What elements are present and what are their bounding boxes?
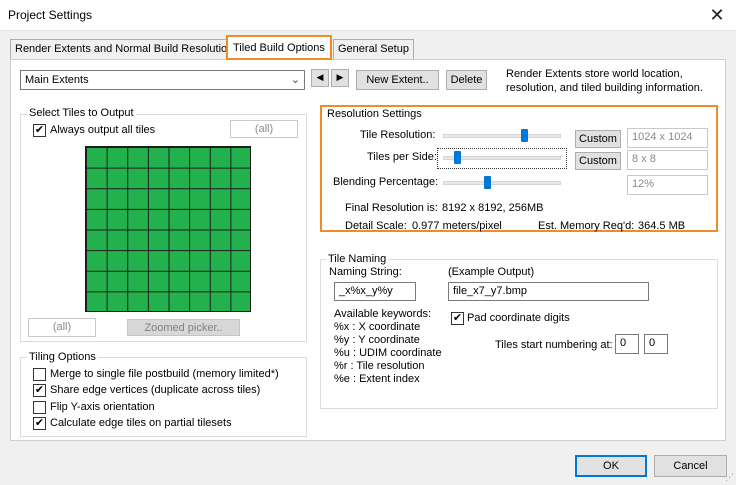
flip-y-axis-label: Flip Y-axis orientation (50, 401, 155, 413)
ok-button[interactable]: OK (575, 455, 647, 477)
start-numbering-label: Tiles start numbering at: (495, 339, 613, 351)
extents-info-text: Render Extents store world location, res… (506, 68, 703, 94)
checkmark-icon: ✔ (452, 312, 463, 324)
tiles-per-side-value: 8 x 8 (627, 150, 708, 170)
checkmark-icon: ✔ (34, 417, 45, 429)
delete-extent-button[interactable]: Delete (446, 70, 487, 90)
share-edge-vertices-label: Share edge vertices (duplicate across ti… (50, 384, 261, 396)
calculate-edge-tiles-label: Calculate edge tiles on partial tilesets (50, 417, 232, 429)
tiles-per-side-slider[interactable] (443, 156, 561, 160)
extent-dropdown-value: Main Extents (25, 74, 89, 86)
resolution-settings-title: Resolution Settings (325, 108, 424, 120)
chevron-down-icon: ⌄ (290, 74, 300, 86)
always-output-checkbox[interactable]: ✔ (33, 124, 46, 137)
pad-digits-checkbox[interactable]: ✔ (451, 312, 464, 325)
checkmark-icon: ✔ (34, 124, 45, 136)
keyword-r: %r : Tile resolution (334, 360, 425, 372)
final-resolution-value: 8192 x 8192, 256MB (442, 202, 544, 214)
tile-resolution-slider-thumb[interactable] (520, 129, 528, 142)
checkmark-icon: ✔ (34, 384, 45, 396)
tab-general-setup[interactable]: General Setup (333, 39, 414, 59)
blending-percentage-value: 12% (627, 175, 708, 195)
tiles-per-side-custom-button[interactable]: Custom (575, 152, 621, 170)
example-output-label: (Example Output) (448, 266, 535, 278)
naming-string-input[interactable]: _x%x_y%y (334, 282, 416, 301)
tile-resolution-label: Tile Resolution: (360, 129, 436, 141)
keyword-e: %e : Extent index (334, 373, 420, 385)
always-output-label: Always output all tiles (50, 124, 156, 136)
example-output-field: file_x7_y7.bmp (448, 282, 649, 301)
tile-resolution-custom-button[interactable]: Custom (575, 130, 621, 148)
pad-digits-label: Pad coordinate digits (467, 312, 570, 324)
keyword-x: %x : X coordinate (334, 321, 421, 333)
merge-single-file-checkbox[interactable] (33, 368, 46, 381)
blending-percentage-slider-thumb[interactable] (484, 176, 492, 189)
tile-grid[interactable] (85, 146, 251, 312)
previous-extent-button[interactable]: ◀ (311, 69, 329, 87)
chevron-right-icon: ▶ (336, 72, 344, 82)
all-tiles-field-bottom: (all) (28, 318, 96, 337)
title-bar (0, 0, 736, 31)
window-title: Project Settings (8, 8, 93, 22)
start-number-y-input[interactable]: 0 (644, 334, 668, 354)
tiles-per-side-label: Tiles per Side: (367, 151, 437, 163)
final-resolution-label: Final Resolution is: (345, 202, 438, 214)
merge-single-file-label: Merge to single file postbuild (memory l… (50, 368, 279, 380)
flip-y-axis-checkbox[interactable] (33, 401, 46, 414)
keyword-y: %y : Y coordinate (334, 334, 420, 346)
all-tiles-field-top: (all) (230, 120, 298, 138)
resize-grip-icon[interactable]: ⋰ (725, 472, 734, 483)
detail-scale-label: Detail Scale: (345, 220, 407, 232)
tile-resolution-slider[interactable] (443, 134, 561, 138)
cancel-button[interactable]: Cancel (654, 455, 727, 477)
tile-resolution-value: 1024 x 1024 (627, 128, 708, 148)
select-tiles-title: Select Tiles to Output (27, 107, 136, 119)
tiling-options-title: Tiling Options (27, 351, 98, 363)
start-number-x-input[interactable]: 0 (615, 334, 639, 354)
new-extent-button[interactable]: New Extent.. (356, 70, 439, 90)
memory-required-label: Est. Memory Req'd: (538, 220, 635, 232)
blending-percentage-slider[interactable] (443, 181, 561, 185)
available-keywords-title: Available keywords: (334, 308, 432, 320)
tiles-per-side-slider-thumb[interactable] (453, 151, 461, 164)
close-icon[interactable]: ✕ (704, 3, 730, 27)
detail-scale-value: 0.977 meters/pixel (412, 220, 502, 232)
tab-render-extents[interactable]: Render Extents and Normal Build Resoluti… (10, 39, 239, 59)
memory-required-value: 364.5 MB (638, 220, 686, 232)
zoomed-picker-button[interactable]: Zoomed picker.. (127, 319, 240, 336)
calculate-edge-tiles-checkbox[interactable]: ✔ (33, 417, 46, 430)
keyword-u: %u : UDIM coordinate (334, 347, 442, 359)
share-edge-vertices-checkbox[interactable]: ✔ (33, 384, 46, 397)
tile-naming-title: Tile Naming (326, 253, 389, 265)
naming-string-label: Naming String: (329, 266, 402, 278)
next-extent-button[interactable]: ▶ (331, 69, 349, 87)
tab-tiled-build-options[interactable]: Tiled Build Options (226, 35, 332, 60)
chevron-left-icon: ◀ (316, 72, 324, 82)
extent-dropdown[interactable]: Main Extents ⌄ (20, 70, 305, 90)
blending-percentage-label: Blending Percentage: (333, 176, 439, 188)
